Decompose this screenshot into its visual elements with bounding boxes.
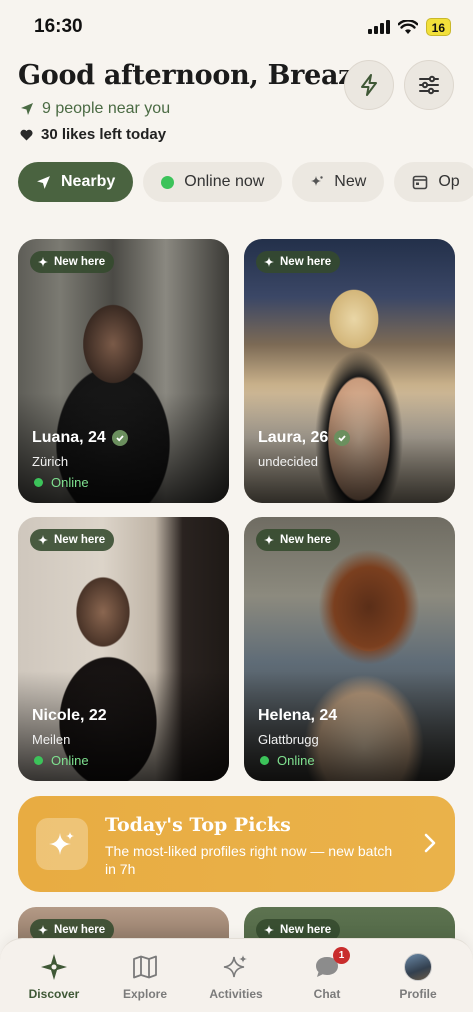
online-status: Online bbox=[260, 753, 315, 768]
sparkle-icon bbox=[264, 925, 274, 935]
chip-online-now[interactable]: Online now bbox=[143, 162, 283, 202]
tab-label: Explore bbox=[122, 987, 167, 1001]
top-picks-banner[interactable]: Today's Top Picks The most-liked profile… bbox=[18, 796, 455, 892]
sparkles-icon bbox=[36, 818, 88, 870]
chip-label: Nearby bbox=[61, 173, 116, 190]
name-age: Luana, 24 bbox=[32, 429, 106, 446]
status-label: Online bbox=[51, 753, 89, 768]
lightning-icon bbox=[361, 74, 377, 96]
profile-card[interactable]: New here Luana, 24 Zürich Online bbox=[18, 239, 229, 503]
nearby-count: 9 people near you bbox=[20, 100, 170, 118]
unread-badge: 1 bbox=[333, 947, 350, 964]
profile-card[interactable]: New here Helena, 24 Glattbrugg Online bbox=[244, 517, 455, 781]
card-overlay bbox=[244, 393, 455, 503]
navigation-arrow-icon bbox=[21, 103, 33, 115]
sparkle-icon bbox=[38, 925, 48, 935]
online-dot-icon bbox=[260, 756, 269, 765]
new-here-badge: New here bbox=[256, 529, 341, 551]
tab-profile[interactable]: Profile bbox=[378, 953, 458, 1001]
status-label: Online bbox=[277, 753, 315, 768]
tab-label: Chat bbox=[313, 987, 341, 1001]
chip-label: Online now bbox=[184, 173, 265, 190]
tab-explore[interactable]: Explore bbox=[105, 953, 185, 1001]
likes-text: 30 likes left today bbox=[41, 126, 167, 143]
tab-discover[interactable]: Discover bbox=[14, 953, 94, 1001]
chip-label: Op bbox=[438, 173, 460, 190]
calendar-icon bbox=[413, 175, 428, 190]
filters-button[interactable] bbox=[404, 60, 454, 110]
tab-label: Discover bbox=[28, 987, 80, 1001]
sparkle-icon bbox=[311, 176, 323, 186]
badge-label: New here bbox=[280, 256, 332, 268]
name-age: Laura, 26 bbox=[258, 429, 329, 446]
new-here-badge: New here bbox=[30, 529, 115, 551]
status-icons: 16 bbox=[367, 18, 451, 36]
tab-label: Profile bbox=[399, 987, 437, 1001]
name-age: Nicole, 22 bbox=[32, 707, 107, 724]
profile-location: Glattbrugg bbox=[258, 732, 319, 747]
chip-label: New bbox=[334, 173, 367, 190]
new-here-badge: New here bbox=[256, 251, 341, 273]
tab-label: Activities bbox=[209, 987, 263, 1001]
online-dot-icon bbox=[34, 756, 43, 765]
status-time: 16:30 bbox=[34, 16, 83, 37]
online-status: Online bbox=[34, 475, 89, 490]
profile-location: undecided bbox=[258, 454, 318, 469]
profile-card[interactable]: New here Laura, 26 undecided bbox=[244, 239, 455, 503]
name-age: Helena, 24 bbox=[258, 707, 338, 724]
profile-card[interactable]: New here Nicole, 22 Meilen Online bbox=[18, 517, 229, 781]
boost-button[interactable] bbox=[344, 60, 394, 110]
heart-icon bbox=[20, 129, 33, 140]
profile-name: Laura, 26 bbox=[258, 429, 351, 447]
page-title: Good afternoon, Breazy bbox=[18, 60, 369, 91]
profile-location: Meilen bbox=[32, 732, 71, 747]
sparkle-icon bbox=[38, 535, 48, 545]
status-bar: 16:30 16 bbox=[0, 0, 473, 56]
verified-check-icon bbox=[334, 430, 351, 446]
tab-activities[interactable]: Activities bbox=[196, 953, 276, 1001]
sparkles-icon bbox=[223, 953, 249, 981]
map-icon bbox=[132, 953, 158, 981]
top-picks-subtitle: The most-liked profiles right now — new … bbox=[105, 843, 393, 877]
navigation-arrow-icon bbox=[37, 175, 50, 189]
badge-label: New here bbox=[280, 924, 332, 936]
chip-nearby[interactable]: Nearby bbox=[18, 162, 134, 202]
badge-label: New here bbox=[54, 256, 106, 268]
badge-label: New here bbox=[54, 534, 106, 546]
green-dot-icon bbox=[161, 175, 175, 189]
sparkle-icon bbox=[264, 535, 274, 545]
chevron-right-icon bbox=[424, 833, 436, 853]
verified-check-icon bbox=[111, 430, 128, 446]
top-picks-title: Today's Top Picks bbox=[105, 814, 291, 836]
chip-new[interactable]: New bbox=[292, 162, 385, 202]
nearby-text: 9 people near you bbox=[42, 100, 171, 117]
profile-location: Zürich bbox=[32, 454, 69, 469]
online-dot-icon bbox=[34, 478, 43, 487]
compass-star-icon bbox=[40, 953, 68, 981]
filter-chips: Nearby Online now New Op bbox=[18, 162, 473, 202]
sparkle-icon bbox=[264, 257, 274, 267]
sparkle-icon bbox=[38, 257, 48, 267]
battery-indicator: 16 bbox=[425, 18, 451, 36]
bottom-tab-bar: Discover Explore Activities 1 Chat Profi… bbox=[0, 938, 473, 1012]
sliders-icon bbox=[419, 75, 439, 95]
wifi-icon bbox=[397, 19, 418, 34]
cellular-signal-icon bbox=[367, 20, 390, 34]
chip-open[interactable]: Op bbox=[394, 162, 473, 202]
profile-name: Luana, 24 bbox=[32, 429, 128, 447]
likes-remaining: 30 likes left today bbox=[20, 126, 166, 143]
chat-bubble-icon: 1 bbox=[314, 947, 350, 981]
new-here-badge: New here bbox=[30, 251, 115, 273]
avatar bbox=[404, 953, 432, 981]
profile-name: Nicole, 22 bbox=[32, 707, 107, 725]
online-status: Online bbox=[34, 753, 89, 768]
profile-name: Helena, 24 bbox=[258, 707, 337, 725]
badge-label: New here bbox=[54, 924, 106, 936]
status-label: Online bbox=[51, 475, 89, 490]
badge-label: New here bbox=[280, 534, 332, 546]
tab-chat[interactable]: 1 Chat bbox=[287, 947, 367, 1001]
